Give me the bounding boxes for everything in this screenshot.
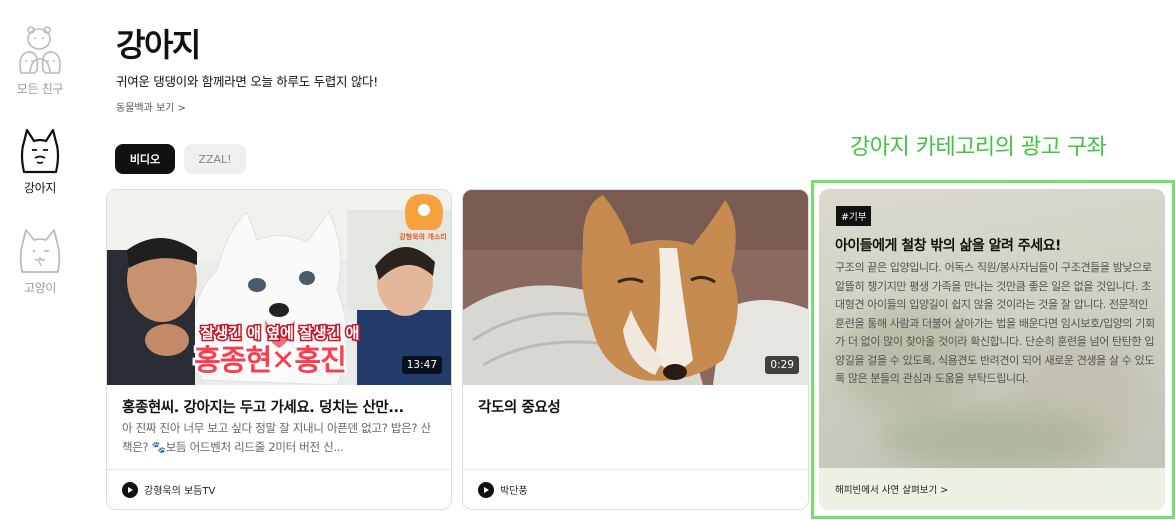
- video-thumbnail[interactable]: 강형욱의 개소리 잘생긴 애 옆에 잘생긴 애 홍종현✕홍진 13:47: [107, 190, 451, 385]
- sidebar-item-all-friends[interactable]: 모든 친구: [0, 25, 80, 97]
- ad-tag-badge: #기부: [836, 206, 872, 226]
- video-description: 아 진짜 진아 너무 보고 싶다 정말 잘 지내니 아픈덴 없고? 밥은? 산책…: [122, 421, 431, 454]
- channel-link[interactable]: 강형욱의 보듬TV: [107, 469, 451, 509]
- channel-name: 강형욱의 보듬TV: [144, 486, 216, 497]
- video-thumbnail-image: [463, 190, 808, 385]
- video-card[interactable]: 0:29 각도의 중요성 박단풍: [462, 189, 809, 510]
- cat-face-icon: [19, 229, 61, 273]
- sidebar-item-label: 강아지: [23, 181, 57, 195]
- animal-encyclopedia-link[interactable]: 동물백과 보기 >: [116, 99, 186, 114]
- ad-body-text: 구조의 끝은 입양입니다. 어독스 직원/봉사자님들이 구조견들을 밤낮으로 알…: [835, 261, 1155, 385]
- page-subtitle: 귀여운 댕댕이와 함께라면 오늘 하루도 두렵지 않다!: [116, 74, 378, 89]
- ad-background-blur: [879, 409, 1109, 469]
- video-thumbnail-image: 강형욱의 개소리 잘생긴 애 옆에 잘생긴 애 홍종현✕홍진: [107, 190, 451, 385]
- thumbnail-caption-top: 잘생긴 애 옆에 잘생긴 애: [201, 324, 360, 342]
- youtube-play-icon: [478, 481, 494, 498]
- video-title[interactable]: 홍종현씨. 강아지는 두고 가세요. 덩치는 산만...: [122, 396, 437, 417]
- tab-zzal[interactable]: ZZAL!: [184, 144, 246, 174]
- video-duration: 0:29: [765, 356, 799, 374]
- thumbnail-logo-text: 강형욱의 개소리: [399, 232, 447, 241]
- ad-title[interactable]: 아이들에게 철창 밖의 삶을 알려 주세요!: [835, 235, 1153, 255]
- video-thumbnail[interactable]: 0:29: [463, 190, 808, 385]
- tab-video[interactable]: 비디오: [115, 144, 175, 174]
- sidebar: 모든 친구 강아지 고양이: [0, 0, 80, 520]
- ad-footer-label: 해피빈에서 사연 살펴보기 >: [835, 485, 949, 496]
- thumbnail-caption-main: 홍종현✕홍진: [194, 343, 346, 377]
- ad-slot-annotation: 강아지 카테고리의 광고 구좌: [850, 135, 1107, 160]
- ad-footer-link[interactable]: 해피빈에서 사연 살펴보기 >: [819, 468, 1165, 510]
- bears-group-icon: [19, 26, 61, 74]
- sidebar-item-cat[interactable]: 고양이: [0, 228, 80, 296]
- video-title[interactable]: 각도의 중요성: [478, 396, 794, 417]
- ad-card[interactable]: #기부 아이들에게 철창 밖의 삶을 알려 주세요! 구조의 끝은 입양입니다.…: [819, 189, 1165, 510]
- video-card[interactable]: 강형욱의 개소리 잘생긴 애 옆에 잘생긴 애 홍종현✕홍진 13:47 홍종현…: [106, 189, 452, 510]
- channel-name: 박단풍: [500, 486, 528, 497]
- page-title: 강아지: [116, 26, 201, 64]
- youtube-play-icon: [122, 481, 138, 498]
- sidebar-item-dog[interactable]: 강아지: [0, 128, 80, 196]
- sidebar-item-label: 고양이: [23, 281, 57, 295]
- video-duration: 13:47: [401, 356, 442, 374]
- dog-face-icon: [20, 128, 60, 174]
- channel-link[interactable]: 박단풍: [463, 469, 808, 509]
- sidebar-item-label: 모든 친구: [16, 82, 64, 96]
